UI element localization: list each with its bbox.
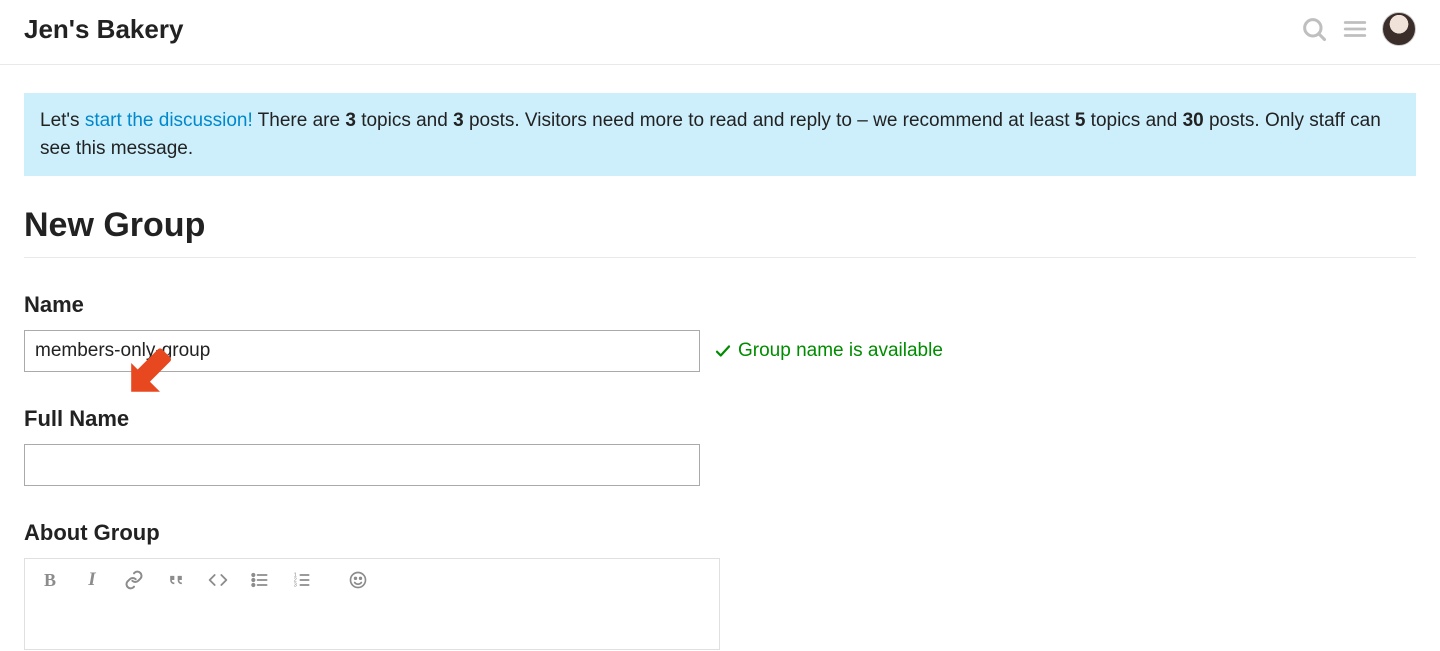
search-icon[interactable] [1300, 15, 1328, 43]
header-icons [1300, 12, 1416, 46]
about-group-textarea[interactable] [25, 601, 719, 649]
start-discussion-link[interactable]: start the discussion! [85, 110, 253, 131]
link-icon[interactable] [123, 570, 145, 590]
site-header: Jen's Bakery [0, 0, 1440, 65]
full-name-label: Full Name [24, 406, 1416, 432]
about-group-editor: B I 123 [24, 558, 720, 650]
bold-icon[interactable]: B [39, 570, 61, 591]
banner-rec-posts: 30 [1183, 110, 1204, 131]
code-icon[interactable] [207, 570, 229, 590]
quote-icon[interactable] [165, 570, 187, 590]
site-title[interactable]: Jen's Bakery [24, 14, 183, 45]
editor-toolbar: B I 123 [25, 559, 719, 601]
check-icon [714, 342, 732, 360]
about-group-label: About Group [24, 520, 1416, 546]
banner-topics-count: 3 [345, 110, 356, 131]
name-label: Name [24, 292, 1416, 318]
full-name-input[interactable] [24, 444, 700, 486]
hamburger-menu-icon[interactable] [1342, 16, 1368, 42]
svg-text:3: 3 [294, 583, 297, 589]
bullet-list-icon[interactable] [249, 570, 271, 590]
numbered-list-icon[interactable]: 123 [291, 570, 313, 590]
user-avatar[interactable] [1382, 12, 1416, 46]
group-name-input[interactable] [24, 330, 700, 372]
banner-text: topics and [1085, 110, 1182, 131]
name-availability-status: Group name is available [714, 340, 943, 362]
availability-text: Group name is available [738, 340, 943, 362]
banner-text: There are [253, 110, 346, 131]
emoji-icon[interactable] [347, 570, 369, 590]
banner-text: posts. Visitors need more to read and re… [464, 110, 1075, 131]
name-field-container: Name Group name is available [24, 292, 1416, 372]
page-title: New Group [24, 206, 1416, 258]
banner-text: topics and [356, 110, 453, 131]
banner-posts-count: 3 [453, 110, 464, 131]
banner-text-prefix: Let's [40, 110, 85, 131]
italic-icon[interactable]: I [81, 569, 103, 591]
main-content: Let's start the discussion! There are 3 … [0, 93, 1440, 650]
banner-rec-topics: 5 [1075, 110, 1086, 131]
staff-notice-banner: Let's start the discussion! There are 3 … [24, 93, 1416, 176]
